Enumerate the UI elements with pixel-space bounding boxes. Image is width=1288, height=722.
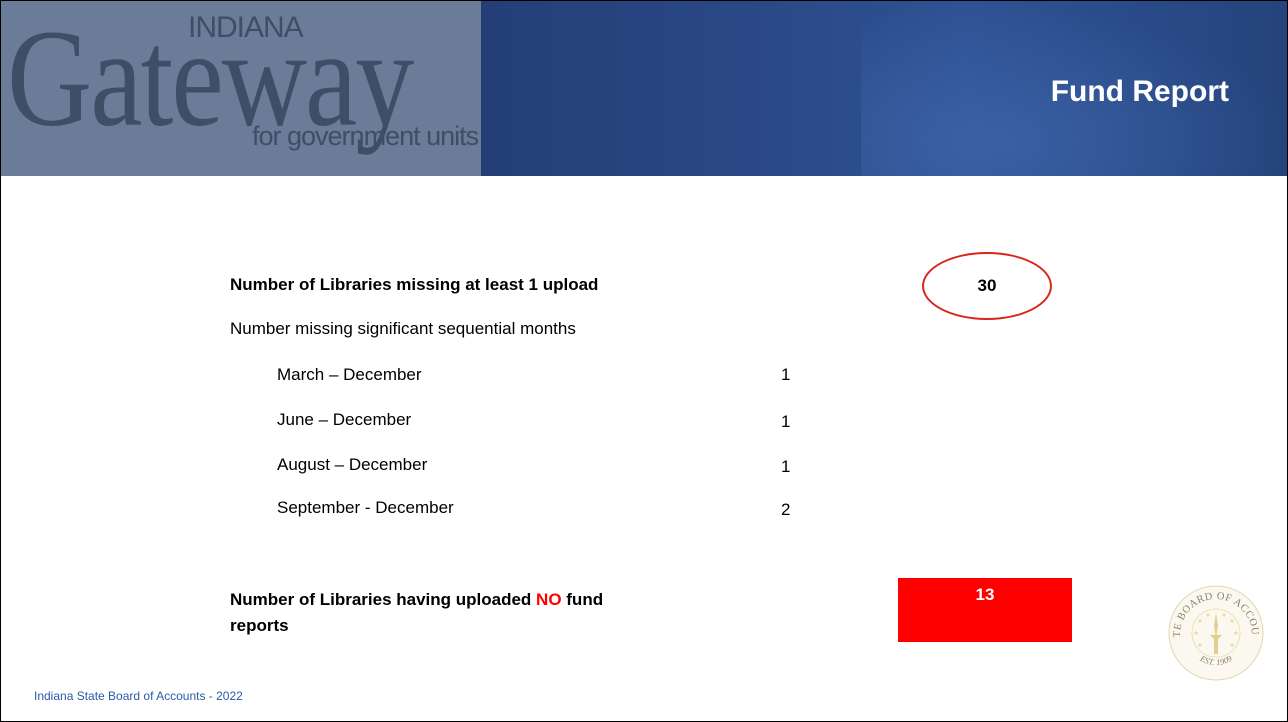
logo-subtitle: for government units bbox=[252, 121, 479, 151]
state-board-of-accounts-seal-icon: STATE BOARD OF ACCOUNTS EST. 1909 bbox=[1166, 583, 1264, 681]
no-uploads-count: 13 bbox=[898, 578, 1072, 642]
list-item-count: 1 bbox=[781, 365, 791, 384]
no-emphasis: NO bbox=[536, 590, 562, 609]
sequential-months-label: Number missing significant sequential mo… bbox=[230, 319, 576, 338]
list-item-period: March – December bbox=[277, 365, 422, 384]
list-item-count: 1 bbox=[781, 457, 791, 476]
footer-text: Indiana State Board of Accounts - 2022 bbox=[34, 689, 243, 703]
slide: Gateway INDIANA for government units Fun… bbox=[0, 0, 1288, 722]
slide-title: Fund Report bbox=[1050, 75, 1229, 108]
missing-upload-value: 30 bbox=[977, 276, 997, 295]
logo-indiana-text: INDIANA bbox=[188, 11, 304, 44]
gateway-logo: Gateway INDIANA for government units bbox=[1, 1, 481, 176]
list-item-count: 1 bbox=[781, 412, 791, 431]
header-banner: Gateway INDIANA for government units Fun… bbox=[1, 1, 1287, 176]
list-item-period: September - December bbox=[277, 498, 454, 517]
no-uploads-label: Number of Libraries having uploaded NO f… bbox=[230, 590, 604, 635]
list-item-period: August – December bbox=[277, 455, 428, 474]
missing-upload-count: 30 bbox=[922, 252, 1052, 320]
list-item-period: June – December bbox=[277, 410, 412, 429]
no-uploads-value: 13 bbox=[975, 585, 995, 604]
missing-upload-label: Number of Libraries missing at least 1 u… bbox=[230, 275, 599, 294]
list-item-count: 2 bbox=[781, 500, 791, 519]
